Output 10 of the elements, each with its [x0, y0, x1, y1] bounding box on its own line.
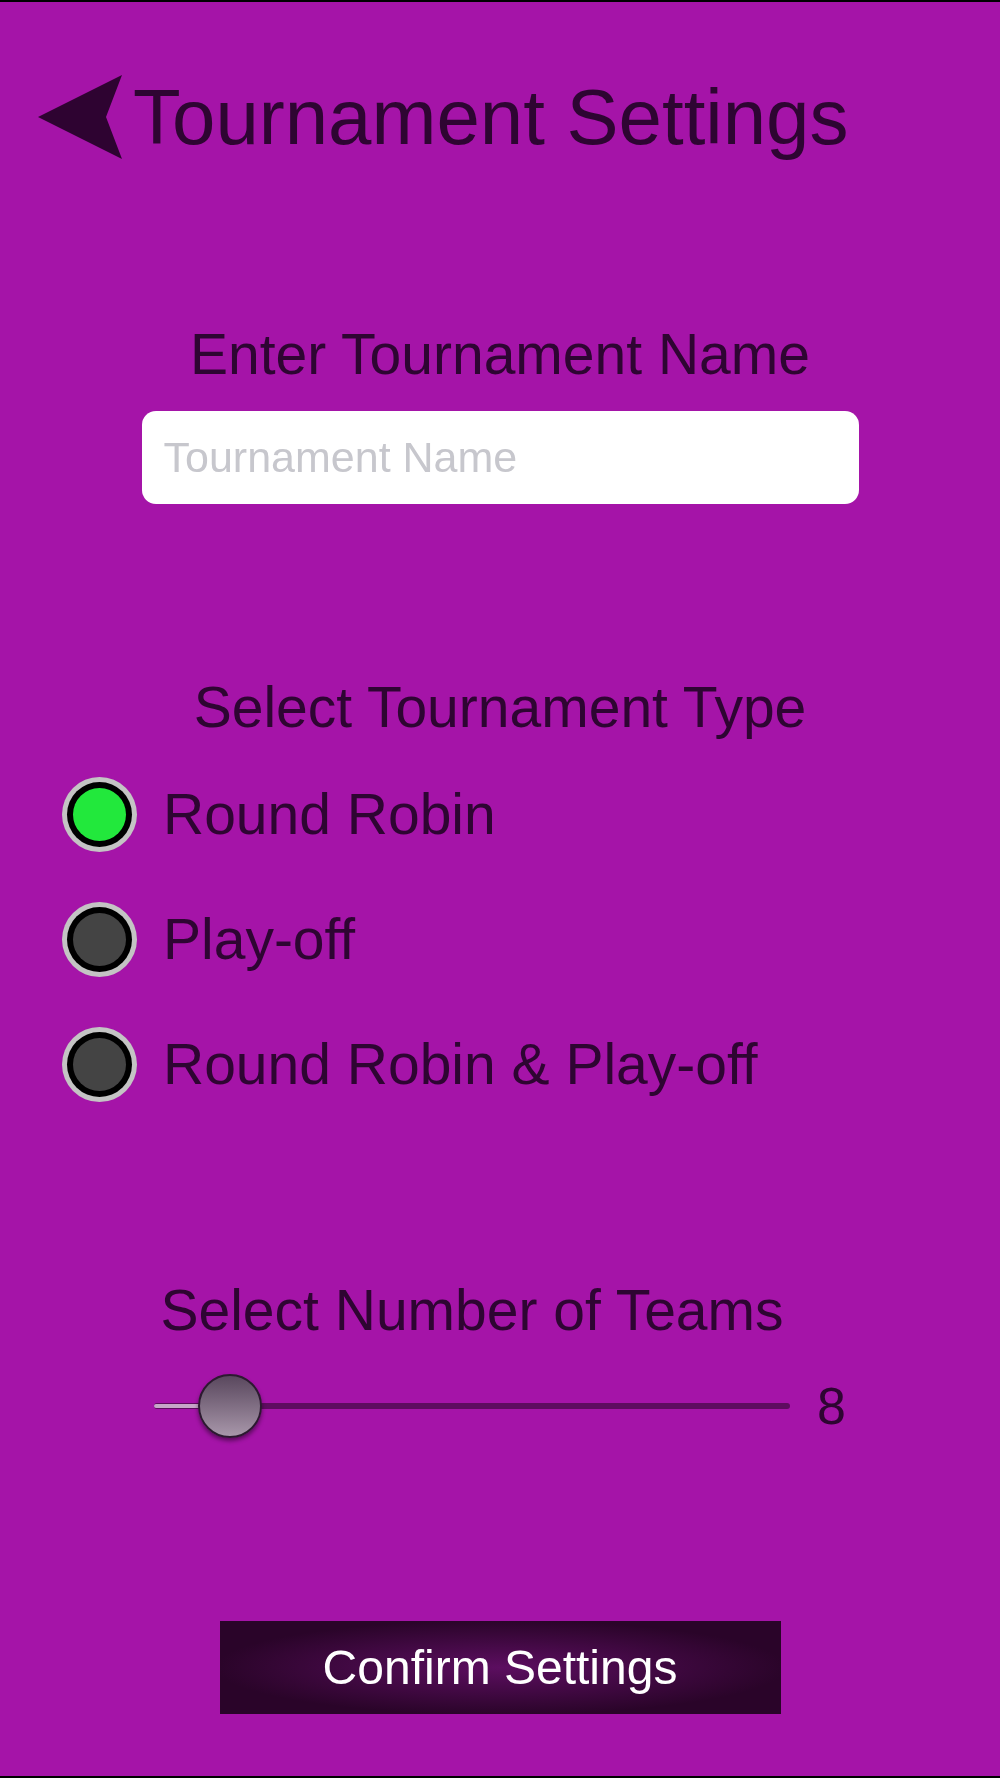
section-label: Enter Tournament Name: [190, 326, 810, 383]
tournament-name-field[interactable]: Tournament Name: [141, 411, 859, 504]
slider-thumb[interactable]: [198, 1374, 263, 1438]
slider-value: 8: [817, 1380, 846, 1432]
confirm-settings-button[interactable]: Confirm Settings: [219, 1621, 781, 1714]
section-label: Select Number of Teams: [160, 1282, 784, 1339]
back-button[interactable]: [38, 75, 122, 159]
radio-label: Round Robin: [163, 786, 496, 843]
slider[interactable]: [154, 1374, 790, 1438]
arrow-icon: [38, 75, 122, 159]
